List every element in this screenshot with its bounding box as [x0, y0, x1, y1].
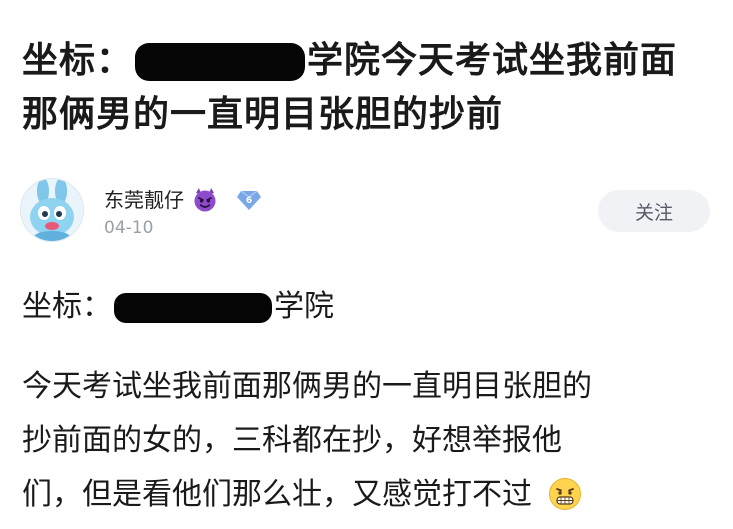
- follow-button[interactable]: 关注: [598, 190, 710, 232]
- avatar[interactable]: [20, 178, 84, 242]
- headline-line-2: 那俩男的一直明目张胆的抄前: [22, 94, 504, 135]
- devil-icon: [192, 187, 218, 213]
- author-name-line: 东莞靓仔 6: [104, 184, 261, 213]
- redacted-school-name: [114, 292, 272, 323]
- post-body-line3-text: 们，但是看他们那么壮，又感觉打不过: [22, 477, 532, 512]
- author-name[interactable]: 东莞靓仔: [104, 188, 184, 212]
- post-body-line: 今天考试坐我前面那俩男的一直明目张胆的: [22, 369, 592, 404]
- location-suffix: 学院: [274, 289, 334, 324]
- avatar-cartoon-icon: [21, 179, 83, 241]
- post-body: 今天考试坐我前面那俩男的一直明目张胆的 抄前面的女的，三科都在抄，好想举报他 们…: [22, 360, 722, 522]
- headline-line1-text: 学院今天考试坐我前面: [307, 40, 678, 81]
- post-body-line: 抄前面的女的，三科都在抄，好想举报他: [22, 423, 562, 458]
- headline-line-1: 坐标： 学院今天考试坐我前面: [22, 34, 722, 88]
- badge-level: 6: [246, 196, 252, 206]
- post-location: 坐标： 学院: [22, 287, 334, 327]
- author-row: 东莞靓仔 6 04-10 关注: [20, 178, 720, 248]
- post-body-line-last: 们，但是看他们那么壮，又感觉打不过: [22, 468, 722, 522]
- grimace-icon: [548, 475, 582, 510]
- vip-diamond-icon: 6: [236, 189, 261, 211]
- post-headline: 坐标： 学院今天考试坐我前面 那俩男的一直明目张胆的抄前: [22, 34, 722, 142]
- headline-location-prefix: 坐标：: [22, 40, 134, 81]
- redacted-school-name: [135, 43, 306, 81]
- post-date: 04-10: [104, 218, 154, 238]
- location-prefix: 坐标：: [22, 289, 112, 324]
